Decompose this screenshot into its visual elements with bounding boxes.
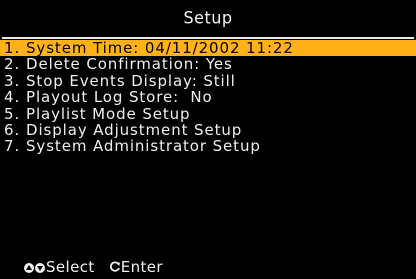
menu-item-label: Stop Events Display: Still [26, 71, 236, 90]
up-arrow-icon [24, 263, 34, 273]
menu-item-label: System Administrator Setup [26, 137, 261, 156]
enter-icon [109, 261, 121, 273]
menu-item-number: 7. [4, 137, 21, 156]
select-hint-label: Select [46, 258, 95, 276]
menu-item-label: Delete Confirmation: Yes [26, 55, 233, 74]
menu-item-number: 1. [4, 39, 21, 57]
menu-item-playlist-mode-setup[interactable]: 5. Playlist Mode Setup [0, 104, 416, 123]
page-title: Setup [183, 7, 233, 28]
menu-item-label: Display Adjustment Setup [26, 120, 243, 139]
menu-item-system-time[interactable]: 1. System Time: 04/11/2002 11:22 [0, 40, 416, 56]
menu-item-number: 3. [4, 71, 21, 90]
menu-item-number: 4. [4, 88, 21, 107]
enter-hint-label: Enter [120, 258, 163, 276]
menu-item-label: Playlist Mode Setup [26, 104, 191, 123]
setup-menu: 1. System Time: 04/11/2002 11:22 2. Delete… [0, 40, 416, 155]
menu-item-label: System Time: 04/11/2002 11:22 [26, 39, 294, 57]
menu-item-number: 6. [4, 120, 21, 139]
menu-item-display-adjustment-setup[interactable]: 6. Display Adjustment Setup [0, 120, 416, 139]
menu-item-stop-events-display[interactable]: 3. Stop Events Display: Still [0, 71, 416, 90]
menu-item-playout-log-store[interactable]: 4. Playout Log Store: No [0, 88, 416, 107]
setup-screen: Setup 1. System Time: 04/11/2002 11:22 2.… [0, 0, 416, 279]
menu-item-system-administrator-setup[interactable]: 7. System Administrator Setup [0, 137, 416, 156]
down-arrow-icon [35, 263, 45, 273]
footer-hints: Select Enter [24, 258, 163, 276]
menu-item-label: Playout Log Store: No [26, 88, 213, 107]
menu-item-number: 5. [4, 104, 21, 123]
menu-item-number: 2. [4, 55, 21, 74]
menu-item-delete-confirmation[interactable]: 2. Delete Confirmation: Yes [0, 55, 416, 74]
